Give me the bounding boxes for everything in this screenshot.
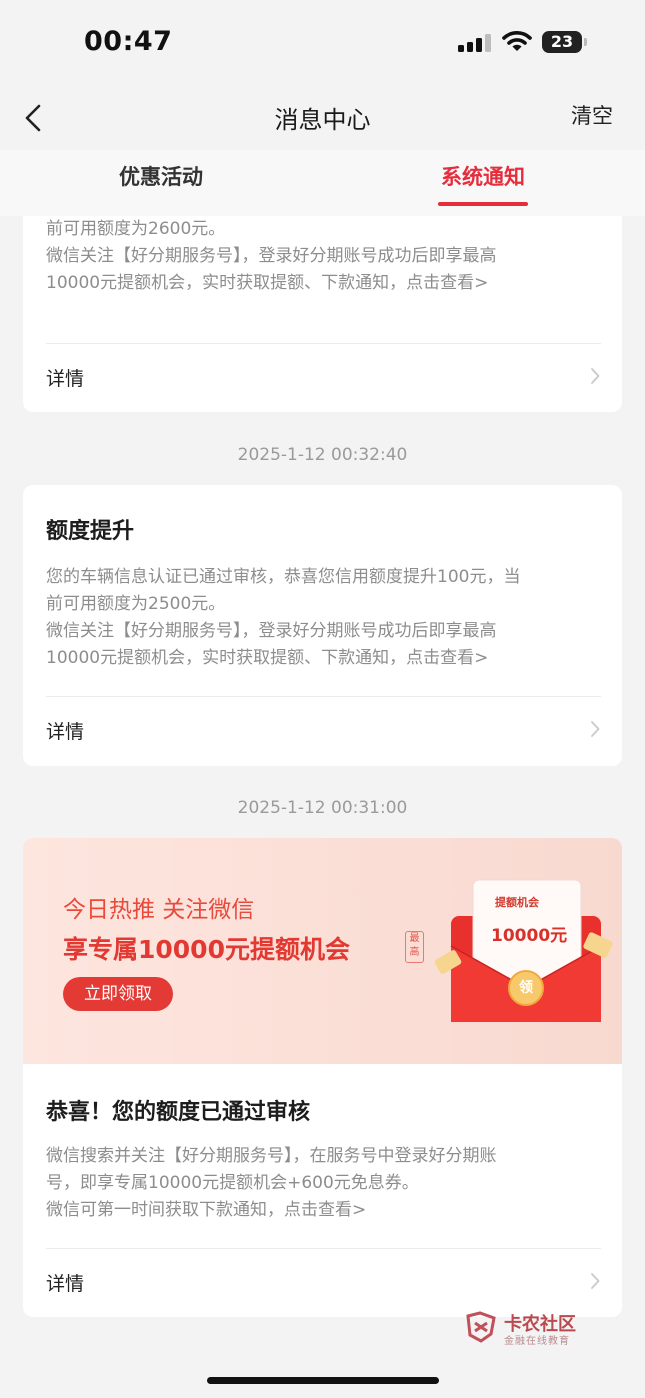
watermark-subtitle: 金融在线教育 [504, 1336, 570, 1347]
watermark: 卡农社区 金融在线教育 [464, 1308, 604, 1348]
message-body: 微信搜索并关注【好分期服务号】，在服务号中登录好分期账 号，即享专属10000元… [46, 1146, 497, 1220]
chevron-right-icon [591, 368, 600, 384]
message-card: 额度提升 您的车辆信息认证已通过审核，恭喜您信用额度提升100元，当 前可用额度… [23, 485, 622, 766]
chevron-right-icon [591, 1273, 600, 1289]
message-title: 恭喜！您的额度已通过审核 [46, 1100, 311, 1125]
detail-label: 详情 [46, 721, 85, 743]
battery-nub [584, 38, 587, 46]
home-indicator[interactable] [207, 1377, 439, 1384]
message-body: 您的工作信息认证已通过审核，恭喜您信用额度提升100元，当 前可用额度为2600… [46, 219, 497, 293]
envelope-amount: 10000元 [491, 926, 568, 946]
banner-badge: 最高 [405, 931, 424, 963]
message-timestamp: 2025-1-12 00:31:00 [237, 798, 408, 818]
banner-offer: 享专属10000元提额机会 [63, 935, 350, 964]
message-list[interactable]: 您的工作信息认证已通过审核，恭喜您信用额度提升100元，当 前可用额度为2600… [0, 216, 645, 1398]
chevron-right-icon [591, 721, 600, 737]
detail-row[interactable]: 详情 [23, 697, 622, 763]
detail-label: 详情 [46, 1273, 85, 1295]
tab-bar: 优惠活动 系统通知 [0, 150, 645, 216]
message-body: 您的车辆信息认证已通过审核，恭喜您信用额度提升100元，当 前可用额度为2500… [46, 567, 521, 668]
wifi-icon [502, 30, 532, 56]
clear-button[interactable]: 清空 [571, 100, 613, 130]
envelope-title: 提额机会 [495, 896, 539, 909]
promo-banner[interactable]: 今日热推 关注微信 享专属10000元提额机会 最高 立即领取 提额机会 100… [23, 838, 622, 1064]
banner-headline: 今日热推 关注微信 [63, 897, 255, 923]
status-bar: 00:47 23 [0, 0, 645, 88]
active-tab-indicator [438, 202, 528, 206]
detail-row[interactable]: 详情 [23, 1249, 622, 1315]
claim-now-button[interactable]: 立即领取 [63, 977, 173, 1011]
status-time: 00:47 [84, 26, 173, 57]
battery-icon: 23 [542, 31, 582, 53]
battery-level: 23 [550, 32, 574, 51]
red-envelope-illustration: 提额机会 10000元 领 [433, 876, 613, 1032]
watermark-logo-icon [466, 1311, 496, 1343]
detail-label: 详情 [46, 368, 85, 390]
cellular-signal-icon [458, 34, 492, 52]
message-title: 额度提升 [46, 519, 135, 544]
message-timestamp: 2025-1-12 00:32:40 [237, 445, 408, 465]
tab-promotions[interactable]: 优惠活动 [0, 150, 322, 216]
tab-system-notices[interactable]: 系统通知 [322, 150, 644, 216]
message-card: 您的工作信息认证已通过审核，恭喜您信用额度提升100元，当 前可用额度为2600… [23, 216, 622, 412]
nav-bar: 消息中心 清空 [0, 88, 645, 150]
envelope-coin: 领 [519, 980, 533, 996]
message-card: 今日热推 关注微信 享专属10000元提额机会 最高 立即领取 提额机会 100… [23, 838, 622, 1317]
page-title: 消息中心 [274, 106, 371, 134]
detail-row[interactable]: 详情 [23, 344, 622, 410]
